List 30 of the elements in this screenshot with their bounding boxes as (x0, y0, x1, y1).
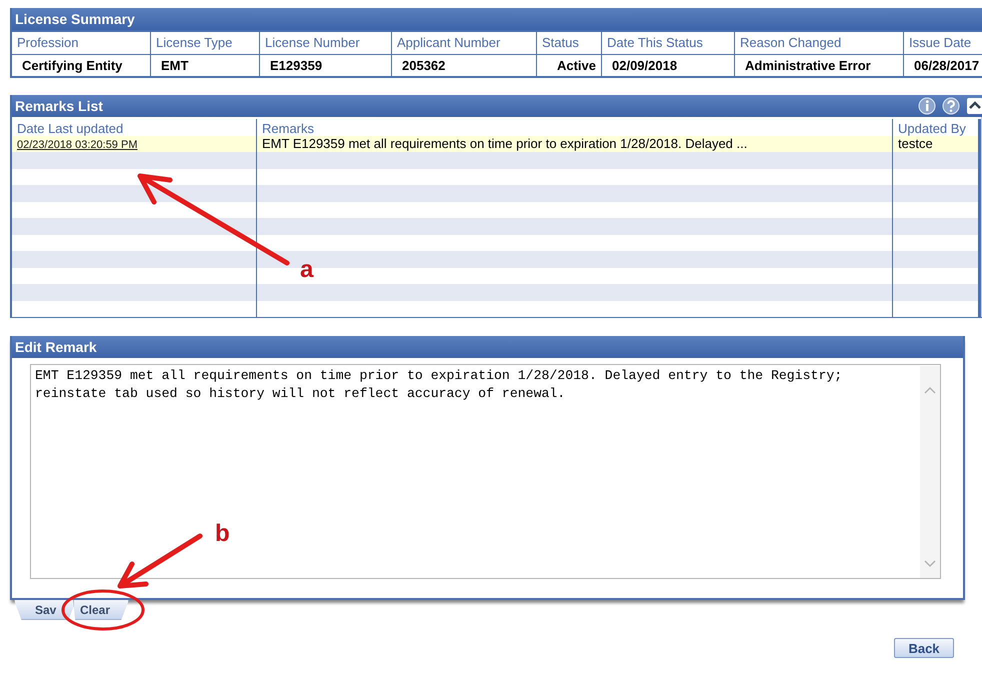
column-header: Status (537, 32, 601, 54)
table-cell: 02/09/2018 (602, 55, 734, 76)
column-header: Issue Date (904, 32, 982, 54)
column-header: License Number (260, 32, 391, 54)
table-cell: 06/28/2017 (904, 55, 982, 76)
collapse-icon[interactable] (966, 97, 982, 115)
annotation-label: b (215, 522, 230, 546)
table-cell: Certifying Entity (12, 55, 150, 76)
column-header: Profession (12, 32, 150, 54)
column-header: Applicant Number (392, 32, 536, 54)
table-cell: EMT (151, 55, 259, 76)
table-cell: E129359 (260, 55, 391, 76)
date-link[interactable]: 02/23/2018 03:20:59 PM (17, 138, 138, 150)
tab-button[interactable]: Sav (14, 600, 76, 620)
table-cell: 205362 (392, 55, 536, 76)
panel-title: Edit Remark (12, 336, 963, 358)
back-button[interactable]: Back (894, 638, 954, 658)
table-cell: Administrative Error (735, 55, 903, 76)
info-icon[interactable] (918, 97, 936, 115)
column-header: Reason Changed (735, 32, 903, 54)
tab-button[interactable]: Clear (73, 600, 129, 620)
column-header: Date This Status (602, 32, 734, 54)
table-cell: testce (893, 136, 978, 152)
table-cell: EMT E129359 met all requirements on time prior to expiration 1/28/2018. Delayed ... (257, 136, 892, 152)
table-cell: Active (537, 55, 601, 76)
help-icon[interactable] (942, 97, 960, 115)
column-header: License Type (151, 32, 259, 54)
annotation-label: a (300, 258, 314, 282)
panel-title: Remarks List (15, 97, 103, 116)
panel-title: License Summary (12, 8, 982, 30)
